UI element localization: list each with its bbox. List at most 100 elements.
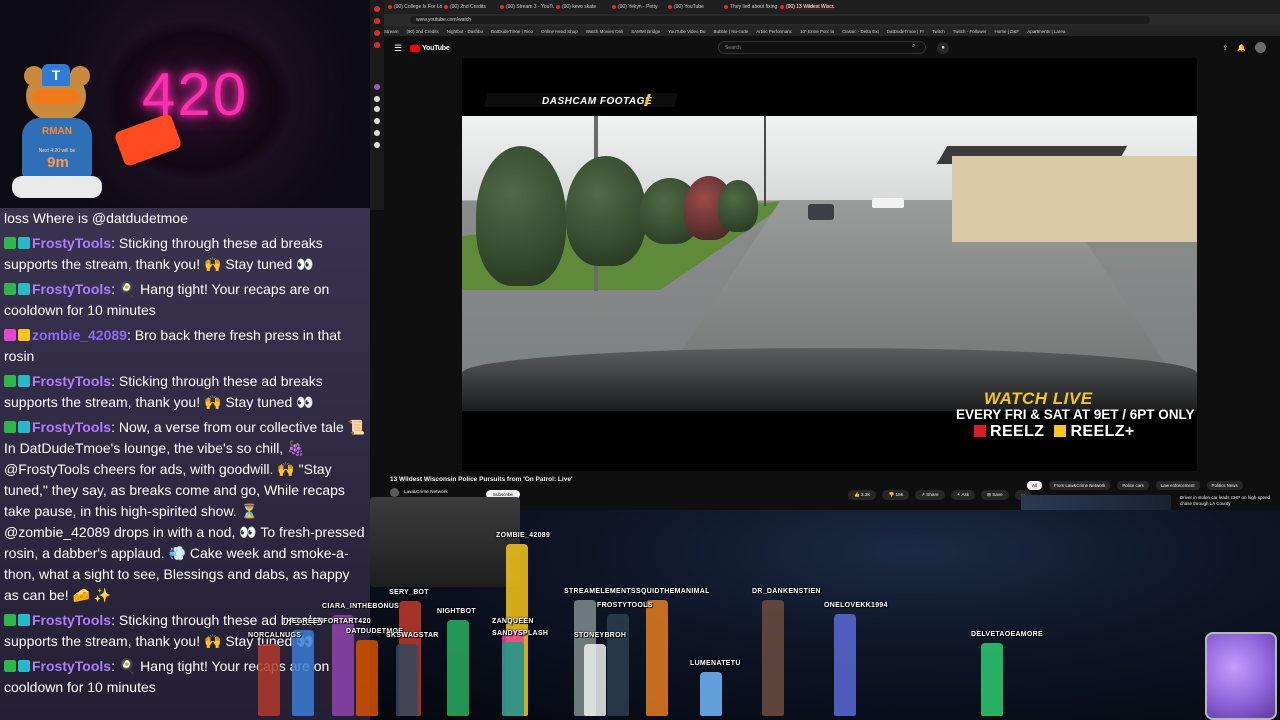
pink-badge-icon [4, 329, 16, 341]
browser-tab[interactable]: (90) Yekyn - Petty [612, 4, 666, 10]
sidebar-icon[interactable] [374, 30, 380, 36]
sidebar-icon[interactable] [374, 6, 380, 12]
green-badge-icon [4, 283, 16, 295]
browser-tab[interactable]: (90) College Is For Lovers [388, 4, 442, 10]
bookmark-item[interactable]: (90) 2nd Credits [407, 29, 439, 34]
bookmark-item[interactable]: Classic - Delta Ext [842, 29, 879, 34]
hamburger-menu-icon[interactable]: ☰ [394, 43, 402, 54]
viewer-sprite [981, 643, 1003, 716]
bookmark-item[interactable]: Stream [384, 29, 399, 34]
sidebar-icon[interactable] [374, 118, 380, 124]
sidebar-icon[interactable] [374, 84, 380, 90]
channel-avatar[interactable] [390, 488, 399, 497]
sidebar-icon[interactable] [374, 18, 380, 24]
filter-chip[interactable]: Law enforcement [1155, 481, 1200, 490]
url-field[interactable]: www.youtube.com/watch [410, 16, 1150, 24]
timer-label: 9m [47, 154, 69, 171]
browser-tab[interactable]: (90) 2nd Credits [444, 4, 498, 10]
bookmark-item[interactable]: Twitch [932, 29, 945, 34]
green-badge-icon [4, 660, 16, 672]
viewer-name: SKSWAGSTAR [386, 632, 439, 639]
sidebar-icon[interactable] [374, 142, 380, 148]
bookmark-item[interactable]: SAMMI Bridge [631, 29, 660, 34]
bookmark-item[interactable]: YouTube Video Do [668, 29, 705, 34]
viewer-sprite [607, 614, 629, 716]
recommendation-title[interactable]: Driver in stolen car leads CHP on high-s… [1180, 495, 1276, 506]
save-button[interactable]: ⊞ Save [981, 490, 1009, 500]
chat-panel: loss Where is @datdudetmoe FrostyTools: … [0, 208, 370, 720]
bookmark-item[interactable]: Twitch - Follower [953, 29, 987, 34]
share-label: Share [926, 492, 939, 497]
schedule-text: EVERY FRI & SAT AT 9ET / 6PT ONLY ON [956, 407, 1197, 422]
bookmark-item[interactable]: Nightbot - Dashbo [447, 29, 483, 34]
browser-tab[interactable]: (90) kevo skate [556, 4, 610, 10]
bear-cap-letter: T [42, 64, 70, 86]
youtube-logo-text: YouTube [422, 44, 450, 52]
viewer-name: SERY_BOT [389, 589, 429, 596]
sidebar-icon[interactable] [374, 106, 380, 112]
bookmark-item[interactable]: DatDudeTmoe | Fr [887, 29, 924, 34]
green-badge-icon [4, 614, 16, 626]
chat-username[interactable]: FrostyTools [32, 373, 111, 389]
chat-username[interactable]: FrostyTools [32, 419, 111, 435]
viewer-name: FROSTYTOOLS [597, 602, 653, 609]
filter-chip[interactable]: From Law&Crime Network [1048, 481, 1111, 490]
browser-tab[interactable]: (90) 13 Wildest Wisco [780, 4, 834, 10]
chat-username[interactable]: FrostyTools [32, 235, 111, 251]
viewer-name: THEGREENFORTART420 [282, 618, 371, 625]
chat-username[interactable]: FrostyTools [32, 281, 111, 297]
viewer-sprite [834, 614, 856, 716]
dislike-button[interactable]: 👎 156 [882, 490, 910, 500]
like-button[interactable]: 👍 3.3K [848, 490, 877, 500]
avatar[interactable] [1255, 42, 1266, 53]
like-count: 3.3K [861, 492, 871, 497]
viewer-sprite [762, 600, 784, 716]
chat-message: FrostyTools: Sticking through these ad b… [4, 371, 366, 413]
bookmark-item[interactable]: Watch Movies Onli [586, 29, 623, 34]
chat-text: : Now, a verse from our collective tale … [4, 419, 366, 603]
bookmark-item[interactable]: DatDudeTmoe | Rico [491, 29, 533, 34]
bookmark-item[interactable]: Online Head Shop [541, 29, 578, 34]
sidebar-icon[interactable] [374, 42, 380, 48]
chat-username[interactable]: zombie_42089 [32, 327, 127, 343]
bookmark-item[interactable]: Bubble | No-code [714, 29, 749, 34]
browser-tab[interactable]: (90) Stream 3 - YouTube [500, 4, 554, 10]
browser-window: (90) College Is For Lovers(90) 2nd Credi… [370, 0, 1280, 510]
browser-tab[interactable]: (90) YouTube [668, 4, 722, 10]
sidebar-icon[interactable] [374, 96, 380, 102]
filter-chip[interactable]: All [1027, 481, 1042, 490]
bookmark-item[interactable]: Apartments | Larea [1027, 29, 1065, 34]
bookmark-item[interactable]: Home | D&F [995, 29, 1020, 34]
viewer-name: SANDYSPLASH [492, 630, 549, 637]
network-name: REELZ [990, 423, 1045, 440]
bookmark-item[interactable]: 10* Entre Porc la [800, 29, 834, 34]
notifications-icon[interactable]: 🔔 [1237, 44, 1246, 52]
viewer-name: LUMENATETU [690, 660, 741, 667]
bear-mascot: T RMAN Next 4:20 will be 9m [8, 64, 104, 202]
create-icon[interactable]: ⇪ [1222, 44, 1228, 52]
chat-username[interactable]: FrostyTools [32, 658, 111, 674]
filter-chip[interactable]: Politics News [1206, 481, 1243, 490]
sidebar-icon[interactable] [374, 130, 380, 136]
viewer-name: DELVETAOEAMORE [971, 631, 1043, 638]
bookmark-item[interactable]: Artisc Performanc [756, 29, 792, 34]
search-icon[interactable]: ⌕ [912, 43, 915, 50]
recommendation-thumbnail[interactable] [1021, 495, 1171, 510]
recommendation-chips: All From Law&Crime Network Police cars Law … [1027, 481, 1243, 490]
cyan-badge-icon [18, 614, 30, 626]
viewer-sprite [447, 620, 469, 716]
microphone-icon[interactable]: ● [937, 42, 949, 54]
video-player[interactable]: DASHCAM FOOTAGE WATCH LIVE EVERY FRI & S… [462, 58, 1197, 471]
ask-button[interactable]: ✦ Ask [950, 490, 976, 500]
filter-chip[interactable]: Police cars [1117, 481, 1149, 490]
viewer-sprite [646, 600, 668, 716]
youtube-logo[interactable]: YouTube [410, 44, 450, 52]
cyan-badge-icon [18, 283, 30, 295]
viewer-name: ONELOVEKK1994 [824, 602, 888, 609]
search-input[interactable]: Search [718, 41, 926, 54]
browser-tab[interactable]: They lied about fixing [724, 4, 778, 10]
chat-username[interactable]: FrostyTools [32, 612, 111, 628]
tab-strip: (90) College Is For Lovers(90) 2nd Credi… [370, 0, 1280, 14]
share-button[interactable]: ↗ Share [915, 490, 945, 500]
channel-name[interactable]: Law&Crime Network [404, 490, 448, 495]
